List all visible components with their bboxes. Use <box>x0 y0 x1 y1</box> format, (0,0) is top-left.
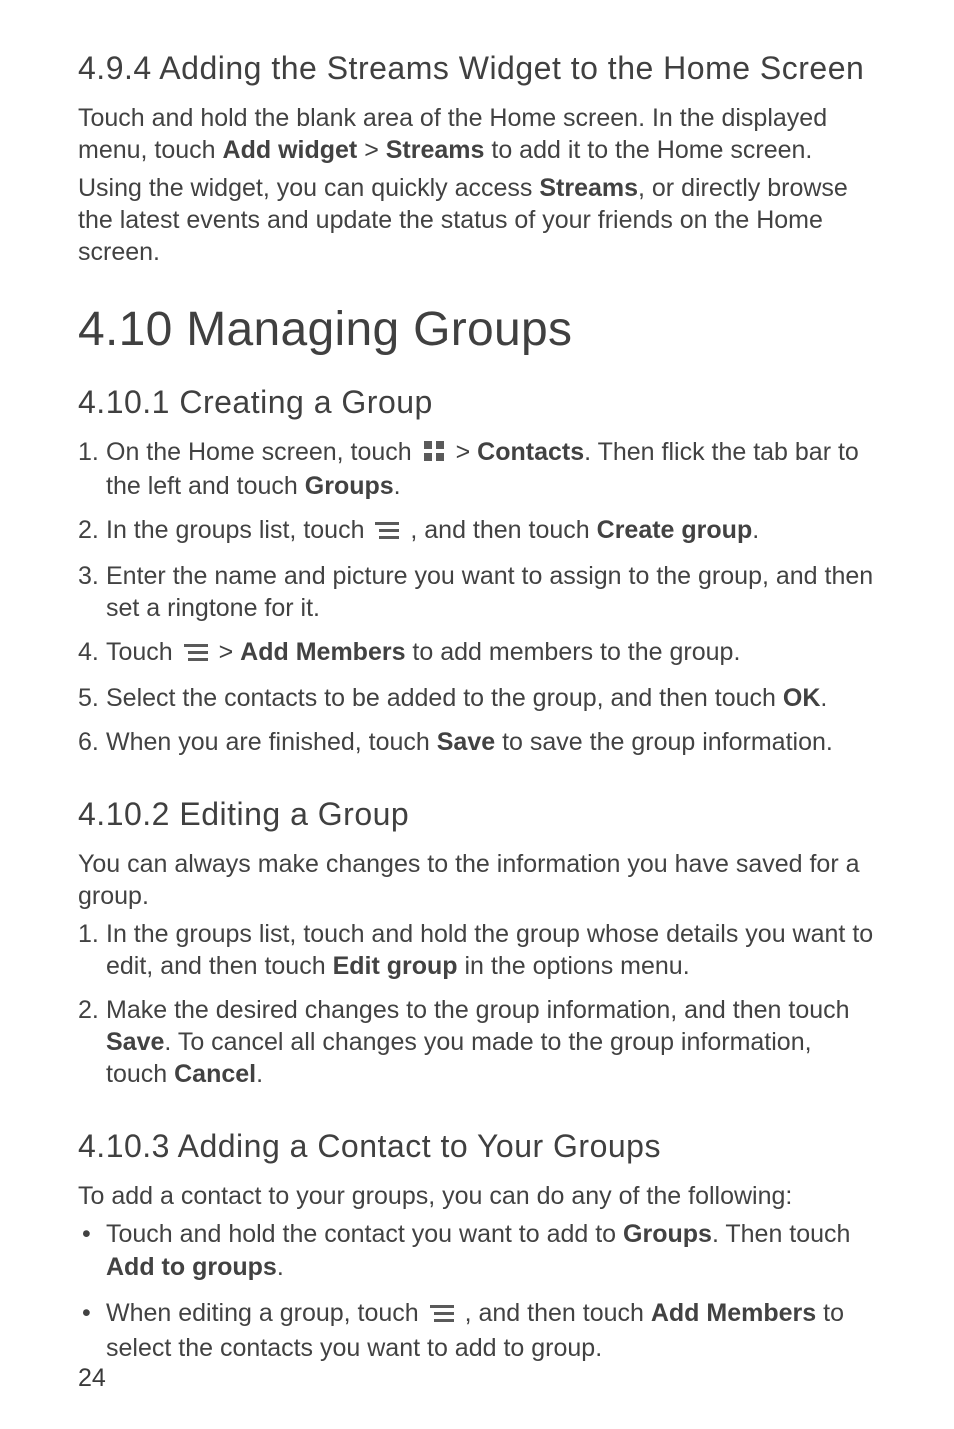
menu-icon <box>375 516 399 548</box>
text: > <box>449 438 478 466</box>
list-item: Touch > Add Members to add members to th… <box>78 636 876 670</box>
list-item: Select the contacts to be added to the g… <box>78 682 876 714</box>
text-bold: Groups <box>305 472 394 500</box>
page-number: 24 <box>78 1364 106 1393</box>
text-bold: Add Members <box>651 1299 816 1327</box>
text: Select the contacts to be added to the g… <box>106 684 783 712</box>
text: On the Home screen, touch <box>106 438 419 466</box>
text: to save the group information. <box>495 728 833 756</box>
heading-494: 4.9.4 Adding the Streams Widget to the H… <box>78 48 876 88</box>
text-bold: Add widget <box>223 136 358 164</box>
text: Make the desired changes to the group in… <box>106 996 850 1024</box>
text: . Then touch <box>712 1220 851 1248</box>
text: When you are finished, touch <box>106 728 437 756</box>
para-494-2: Using the widget, you can quickly access… <box>78 172 876 268</box>
text: to add it to the Home screen. <box>484 136 812 164</box>
text-bold: Cancel <box>174 1060 256 1088</box>
text: Touch and hold the contact you want to a… <box>106 1220 623 1248</box>
text: to add members to the group. <box>405 638 740 666</box>
list-item: In the groups list, touch and hold the g… <box>78 918 876 982</box>
text-bold: Save <box>437 728 495 756</box>
text: When editing a group, touch <box>106 1299 426 1327</box>
heading-410: 4.10 Managing Groups <box>78 300 876 360</box>
text-bold: Contacts <box>477 438 584 466</box>
text: In the groups list, touch <box>106 516 371 544</box>
text: > <box>212 638 241 666</box>
text: . <box>277 1253 284 1281</box>
text-bold: Streams <box>539 174 638 202</box>
menu-icon <box>430 1299 454 1332</box>
text: Using the widget, you can quickly access <box>78 174 539 202</box>
list-4103: Touch and hold the contact you want to a… <box>78 1218 876 1364</box>
list-item: In the groups list, touch , and then tou… <box>78 514 876 548</box>
list-item: When you are finished, touch Save to sav… <box>78 726 876 758</box>
text: . <box>256 1060 263 1088</box>
para-4103-1: To add a contact to your groups, you can… <box>78 1180 876 1212</box>
menu-icon <box>184 638 208 670</box>
list-4102: In the groups list, touch and hold the g… <box>78 918 876 1090</box>
list-item: Enter the name and picture you want to a… <box>78 560 876 624</box>
text: > <box>357 136 386 164</box>
text: , and then touch <box>403 516 596 544</box>
text-bold: Add Members <box>240 638 405 666</box>
text: , and then touch <box>458 1299 651 1327</box>
text: . <box>752 516 759 544</box>
text-bold: OK <box>783 684 821 712</box>
list-4101: On the Home screen, touch > Contacts. Th… <box>78 436 876 758</box>
list-item: When editing a group, touch , and then t… <box>78 1297 876 1364</box>
text: . <box>820 684 827 712</box>
para-4102-1: You can always make changes to the infor… <box>78 848 876 912</box>
heading-4103: 4.10.3 Adding a Contact to Your Groups <box>78 1126 876 1166</box>
text: Touch <box>106 638 180 666</box>
text-bold: Add to groups <box>106 1253 277 1281</box>
heading-4101: 4.10.1 Creating a Group <box>78 382 876 422</box>
text-bold: Groups <box>623 1220 712 1248</box>
text: . <box>394 472 401 500</box>
list-item: Make the desired changes to the group in… <box>78 994 876 1090</box>
list-item: On the Home screen, touch > Contacts. Th… <box>78 436 876 502</box>
text-bold: Save <box>106 1028 164 1056</box>
apps-grid-icon <box>423 438 445 470</box>
text-bold: Create group <box>597 516 753 544</box>
para-494-1: Touch and hold the blank area of the Hom… <box>78 102 876 166</box>
text-bold: Edit group <box>333 952 458 980</box>
text: in the options menu. <box>458 952 690 980</box>
heading-4102: 4.10.2 Editing a Group <box>78 794 876 834</box>
text-bold: Streams <box>386 136 485 164</box>
list-item: Touch and hold the contact you want to a… <box>78 1218 876 1283</box>
